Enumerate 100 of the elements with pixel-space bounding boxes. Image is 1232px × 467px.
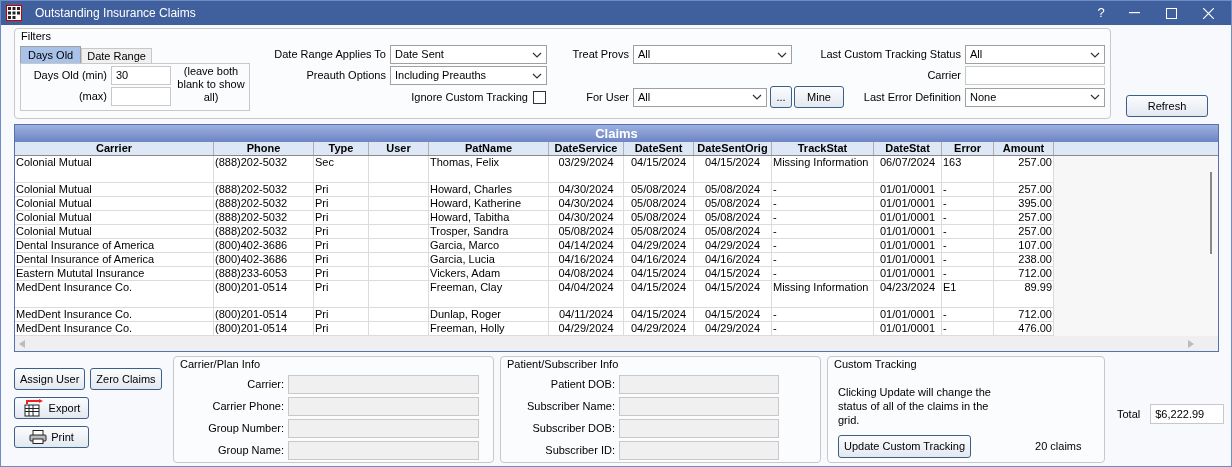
table-cell: - [943, 197, 947, 209]
table-cell: 04/15/2024 [704, 308, 761, 320]
dropdown[interactable]: All [965, 45, 1105, 64]
table-cell: 712.00 [1018, 267, 1052, 279]
column-header[interactable]: User [369, 142, 429, 155]
button[interactable]: Zero Claims [90, 368, 162, 390]
table-cell: 257.00 [1018, 183, 1052, 195]
table-cell: (888)233-6053 [215, 267, 288, 279]
input-field[interactable] [965, 66, 1105, 85]
button[interactable]: Assign User [14, 368, 86, 390]
table-cell: 04/14/2024 [558, 239, 614, 251]
field-label: Preauth Options [305, 68, 387, 84]
dropdown[interactable]: All [633, 45, 792, 64]
dropdown[interactable]: Date Sent [390, 45, 547, 64]
column-header[interactable]: DateSent [624, 142, 694, 155]
app-icon [6, 5, 22, 21]
scroll-left-icon[interactable] [19, 339, 25, 348]
button[interactable]: Update Custom Tracking [838, 435, 972, 458]
dropdown[interactable]: All [633, 87, 767, 107]
input-field[interactable] [111, 87, 171, 106]
table-cell: 04/15/2024 [704, 156, 761, 168]
table-cell: Eastern Mututal Insurance [16, 267, 145, 279]
column-header[interactable]: DateStat [874, 142, 942, 155]
checkbox-label: Ignore Custom Tracking [411, 89, 528, 105]
scroll-right-icon[interactable] [1188, 339, 1194, 348]
tab[interactable]: Days Old [20, 46, 82, 63]
button[interactable]: Print [14, 426, 89, 448]
table-cell: Garcia, Marco [430, 239, 500, 251]
maximize-icon[interactable] [1166, 7, 1177, 19]
table-cell: 01/01/0001 [879, 211, 936, 223]
table-cell: Missing Information [773, 156, 869, 168]
table-cell: MedDent Insurance Co. [16, 322, 133, 334]
table-cell: 05/08/2024 [704, 225, 761, 237]
button[interactable]: Mine [794, 86, 844, 108]
table-cell: 04/23/2024 [879, 281, 936, 293]
chevron-down-icon [532, 72, 542, 79]
table-cell: Pri [315, 267, 329, 279]
table-cell: 03/29/2024 [558, 156, 614, 168]
column-header[interactable]: DateSentOrig [694, 142, 772, 155]
printer-icon [29, 430, 48, 444]
dropdown[interactable]: Including Preauths [390, 66, 547, 85]
total-label: Total [1117, 406, 1141, 422]
horizontal-scrollbar[interactable] [15, 336, 1218, 351]
close-icon[interactable] [1203, 7, 1214, 19]
table-cell: 01/01/0001 [879, 197, 936, 209]
table-cell: Freeman, Clay [430, 281, 503, 293]
table-cell: Colonial Mutual [16, 225, 92, 237]
table-cell: - [773, 225, 777, 237]
column-header[interactable]: TrackStat [772, 142, 874, 155]
checkbox[interactable] [533, 90, 546, 104]
table-cell: - [773, 197, 777, 209]
table-cell: Colonial Mutual [16, 156, 92, 168]
table-cell: - [943, 211, 947, 223]
input-field[interactable]: 30 [111, 66, 171, 85]
table-cell: Pri [315, 239, 329, 251]
table-cell: Pri [315, 281, 329, 293]
table-cell: 04/15/2024 [704, 267, 761, 279]
field-label: Treat Provs [571, 47, 630, 63]
column-header[interactable]: Type [314, 142, 369, 155]
field-label: Group Name: [216, 443, 285, 459]
column-header[interactable]: Phone [214, 142, 314, 155]
table-cell: (800)402-3686 [215, 253, 288, 265]
table-cell: 01/01/0001 [879, 239, 936, 251]
tab[interactable]: Date Range [81, 48, 152, 63]
column-header[interactable]: DateService [549, 142, 624, 155]
field-label: Patient DOB: [549, 377, 616, 393]
table-cell: MedDent Insurance Co. [16, 308, 133, 320]
table-cell: - [773, 322, 777, 334]
table-cell: 04/11/2024 [558, 308, 614, 320]
chevron-down-icon [777, 51, 787, 58]
column-header[interactable]: Carrier [15, 142, 214, 155]
table-cell: 89.99 [1024, 281, 1052, 293]
table-cell: 04/29/2024 [704, 322, 761, 334]
table-cell: 163 [943, 156, 962, 168]
table-cell: 04/30/2024 [558, 211, 614, 223]
table-cell: (800)201-0514 [215, 308, 288, 320]
field-label: Carrier Phone: [211, 399, 285, 415]
button[interactable]: Refresh [1126, 95, 1208, 117]
table-cell: 04/15/2024 [704, 281, 761, 293]
table-cell: Garcia, Lucia [430, 253, 495, 265]
table-cell: 01/01/0001 [879, 267, 936, 279]
minimize-icon[interactable] [1129, 12, 1140, 14]
dropdown[interactable]: None [965, 87, 1105, 107]
table-cell: 04/15/2024 [630, 156, 687, 168]
help-button[interactable]: ? [1086, 3, 1116, 23]
table-cell: - [773, 239, 777, 251]
table-cell: Pri [315, 211, 329, 223]
table-cell: - [943, 267, 947, 279]
table-cell: 04/29/2024 [558, 322, 614, 334]
table-cell: 01/01/0001 [879, 308, 936, 320]
group-title: Patient/Subscriber Info [506, 357, 620, 372]
button[interactable]: ... [770, 86, 792, 108]
column-header[interactable]: Error [942, 142, 994, 155]
table-cell: - [773, 183, 777, 195]
table-cell: - [773, 211, 777, 223]
column-header[interactable]: Amount [994, 142, 1054, 155]
button[interactable]: Export [14, 397, 89, 419]
table-cell: - [773, 267, 777, 279]
column-header[interactable]: PatName [429, 142, 549, 155]
table-cell: 257.00 [1018, 156, 1052, 168]
